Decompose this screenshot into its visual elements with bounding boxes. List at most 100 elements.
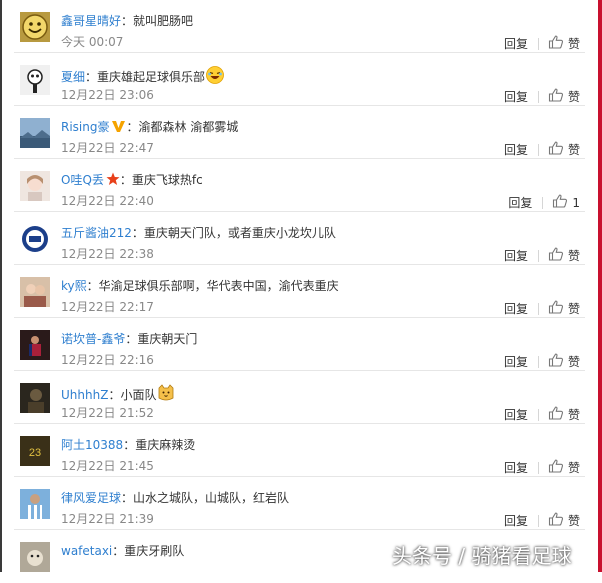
landscape-icon bbox=[20, 118, 50, 148]
comment-text: 重庆朝天门队，或者重庆小龙坎儿队 bbox=[143, 226, 336, 240]
people-icon bbox=[20, 277, 50, 307]
like-button[interactable]: 赞 bbox=[548, 141, 580, 158]
v-badge-icon bbox=[111, 120, 126, 137]
username-link[interactable]: 律风爱足球 bbox=[61, 491, 121, 505]
comment-line: 鑫哥星晴好：就叫肥肠吧 bbox=[61, 13, 193, 29]
like-button[interactable]: 赞 bbox=[548, 512, 580, 529]
thumbs-up-icon bbox=[548, 88, 568, 105]
avatar[interactable] bbox=[20, 330, 50, 360]
reply-button[interactable]: 回复 bbox=[504, 512, 528, 529]
like-button[interactable]: 1 bbox=[552, 194, 580, 211]
like-button[interactable]: 赞 bbox=[548, 300, 580, 317]
avatar[interactable] bbox=[20, 118, 50, 148]
action-divider bbox=[537, 514, 539, 527]
comment-time: 今天 00:07 bbox=[61, 35, 124, 49]
like-label: 赞 bbox=[567, 90, 580, 104]
comment-time: 12月22日 22:38 bbox=[61, 247, 154, 261]
avatar[interactable] bbox=[20, 277, 50, 307]
username-link[interactable]: O哇Q丢 bbox=[61, 173, 104, 187]
comment-line: 五斤酱油212：重庆朝天门队，或者重庆小龙坎儿队 bbox=[61, 225, 336, 241]
comment-line: 阿土10388：重庆麻辣烫 bbox=[61, 437, 195, 453]
comment-time: 12月22日 22:16 bbox=[61, 353, 154, 367]
svg-text:23: 23 bbox=[29, 447, 41, 459]
comment-row: UhhhhZ：小面队 12月22日 21:52 回复赞 bbox=[14, 371, 585, 424]
dark-portrait-icon bbox=[20, 383, 50, 413]
reply-button[interactable]: 回复 bbox=[504, 247, 528, 264]
comment-actions: 回复 赞 bbox=[504, 88, 580, 105]
reply-button[interactable]: 回复 bbox=[504, 406, 528, 423]
comment-text: 重庆朝天门 bbox=[137, 332, 198, 346]
reply-button[interactable]: 回复 bbox=[504, 141, 528, 158]
like-label: 赞 bbox=[567, 461, 580, 475]
comment-actions: 回复 赞 bbox=[504, 512, 580, 529]
like-label: 赞 bbox=[567, 408, 580, 422]
like-button[interactable]: 赞 bbox=[548, 247, 580, 264]
comment-text: 就叫肥肠吧 bbox=[133, 14, 194, 28]
colon: ： bbox=[125, 332, 138, 346]
reply-button[interactable]: 回复 bbox=[504, 353, 528, 370]
colon: ： bbox=[121, 491, 134, 505]
username-link[interactable]: 鑫哥星晴好 bbox=[61, 14, 121, 28]
comment-text: 华渝足球俱乐部啊，华代表中国，渝代表重庆 bbox=[98, 279, 339, 293]
thumbs-up-icon bbox=[548, 406, 568, 423]
avatar[interactable] bbox=[20, 542, 50, 572]
colon: ： bbox=[126, 120, 139, 134]
username-link[interactable]: 五斤酱油212 bbox=[61, 226, 132, 240]
comment-text: 重庆麻辣烫 bbox=[135, 438, 196, 452]
action-divider bbox=[542, 196, 544, 209]
colon: ： bbox=[108, 388, 121, 402]
username-link[interactable]: 夏细 bbox=[61, 70, 85, 84]
username-link[interactable]: ky熙 bbox=[61, 279, 87, 293]
avatar[interactable] bbox=[20, 65, 50, 95]
comment-text: 山水之城队，山城队，红岩队 bbox=[133, 491, 290, 505]
avatar[interactable]: 23 bbox=[20, 436, 50, 466]
username-link[interactable]: 诺坎普-鑫爷 bbox=[61, 332, 125, 346]
avatar[interactable] bbox=[20, 12, 50, 42]
comment-actions: 回复 赞 bbox=[504, 35, 580, 52]
thumbs-up-icon bbox=[548, 459, 568, 476]
comment-line: UhhhhZ：小面队 bbox=[61, 384, 175, 406]
avatar[interactable] bbox=[20, 383, 50, 413]
comment-actions: 回复 赞 bbox=[504, 300, 580, 317]
comment-line: 诺坎普-鑫爷：重庆朝天门 bbox=[61, 331, 197, 347]
username-link[interactable]: 阿土10388 bbox=[61, 438, 123, 452]
avatar[interactable] bbox=[20, 489, 50, 519]
username-link[interactable]: Rising豪 bbox=[61, 120, 109, 134]
username-link[interactable]: wafetaxi bbox=[61, 544, 112, 558]
avatar[interactable] bbox=[20, 171, 50, 201]
face-icon bbox=[20, 12, 50, 42]
reply-button[interactable]: 回复 bbox=[508, 194, 532, 211]
cartoon-icon bbox=[20, 65, 50, 95]
comment-actions: 回复 赞 bbox=[504, 406, 580, 423]
comment-time: 12月22日 21:52 bbox=[61, 406, 154, 420]
like-button[interactable]: 赞 bbox=[548, 353, 580, 370]
comment-row: 五斤酱油212：重庆朝天门队，或者重庆小龙坎儿队 12月22日 22:38 回复 赞 bbox=[14, 212, 585, 265]
avatar[interactable] bbox=[20, 224, 50, 254]
comment-time: 12月22日 22:17 bbox=[61, 300, 154, 314]
thumbs-up-icon bbox=[552, 194, 572, 211]
star-badge-icon bbox=[106, 172, 120, 190]
like-label: 赞 bbox=[567, 143, 580, 157]
reply-button[interactable]: 回复 bbox=[504, 35, 528, 52]
like-button[interactable]: 赞 bbox=[548, 406, 580, 423]
left-frame-border bbox=[0, 0, 2, 572]
reply-button[interactable]: 回复 bbox=[504, 88, 528, 105]
comment-actions: 回复 1 bbox=[508, 194, 580, 211]
like-button[interactable]: 赞 bbox=[548, 459, 580, 476]
username-link[interactable]: UhhhhZ bbox=[61, 388, 108, 402]
like-button[interactable]: 赞 bbox=[548, 35, 580, 52]
comment-actions: 回复 赞 bbox=[504, 353, 580, 370]
colon: ： bbox=[123, 438, 136, 452]
comment-row: 律风爱足球：山水之城队，山城队，红岩队 12月22日 21:39 回复 赞 bbox=[14, 477, 585, 530]
reply-button[interactable]: 回复 bbox=[504, 300, 528, 317]
like-button[interactable]: 赞 bbox=[548, 88, 580, 105]
like-label: 赞 bbox=[567, 249, 580, 263]
like-label: 1 bbox=[572, 195, 580, 210]
comment-text: 重庆牙刷队 bbox=[124, 544, 185, 558]
action-divider bbox=[537, 143, 539, 156]
comment-text: 重庆飞球热fc bbox=[131, 173, 203, 187]
comment-text: 小面队 bbox=[120, 388, 157, 402]
action-divider bbox=[537, 249, 539, 262]
comment-row: Rising豪 ：渝都森林 渝都雾城 12月22日 22:47 回复 赞 bbox=[14, 106, 585, 159]
reply-button[interactable]: 回复 bbox=[504, 459, 528, 476]
